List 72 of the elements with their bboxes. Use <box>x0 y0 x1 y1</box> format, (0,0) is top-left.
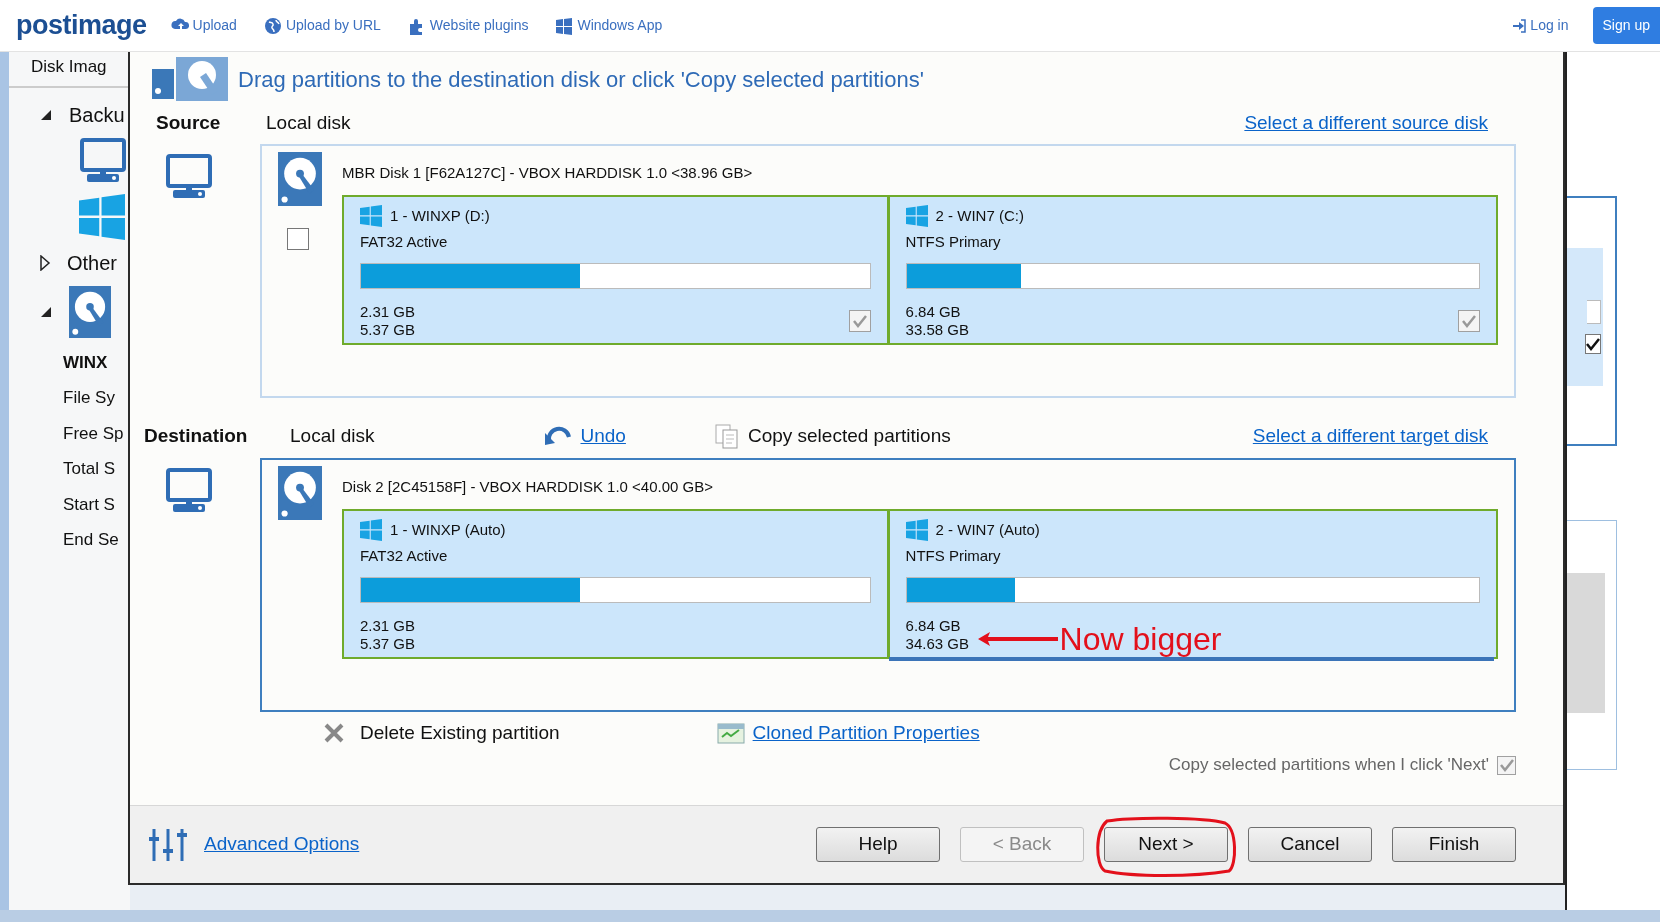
property-label: Free Sp <box>63 422 125 445</box>
properties-link[interactable]: Cloned Partition Properties <box>752 718 980 748</box>
used-size: 2.31 GB <box>360 302 416 321</box>
globe-icon <box>263 16 282 35</box>
dialog-button[interactable]: Finish <box>1392 827 1516 862</box>
dialog-button[interactable]: Cancel <box>1248 827 1372 862</box>
windows-logo-icon <box>360 518 382 541</box>
partition-panel[interactable]: 1 - WINXP (Auto) FAT32 Active 2.31 GB 5.37 GB <box>344 510 887 657</box>
checkbox[interactable] <box>1585 334 1601 354</box>
total-size: 34.63 GB <box>905 634 969 653</box>
tree-item[interactable]: Backu <box>69 99 125 130</box>
disk-title: MBR Disk 1 [F62A127C] - VBOX HARDDISK 1.0 <38.96 GB> <box>342 163 754 183</box>
partition-name: 2 - WIN7 (C:) <box>935 206 1024 225</box>
login-link[interactable]: Log in <box>1512 15 1569 36</box>
disk-title: Disk 2 [2C45158F] - VBOX HARDDISK 1.0 <40.00 GB> <box>342 477 714 497</box>
nav-link[interactable]: Website plugins <box>407 15 529 36</box>
total-size: 33.58 GB <box>905 320 969 339</box>
site-logo[interactable]: postimage <box>16 5 147 46</box>
windows-logo-icon <box>905 204 928 227</box>
tree-item[interactable]: Other <box>67 247 118 278</box>
partition-name: 2 - WIN7 (Auto) <box>935 520 1040 539</box>
section-label: Destination <box>144 423 249 448</box>
login-icon <box>1512 18 1527 33</box>
option-label: Copy selected partitions when I click 'Next' <box>1168 754 1489 777</box>
checkbox[interactable] <box>287 228 309 250</box>
property-label: End Se <box>63 529 120 551</box>
computer-icon <box>79 137 127 184</box>
partition-name: 1 - WINXP (D:) <box>390 206 490 225</box>
signup-button[interactable]: Sign up <box>1592 7 1660 44</box>
partition-name: 1 - WINXP (Auto) <box>390 520 506 539</box>
undo-icon <box>544 425 573 447</box>
disk-type: Local disk <box>290 423 375 448</box>
used-size: 6.84 GB <box>905 616 962 635</box>
partition-type: NTFS Primary <box>905 232 1002 251</box>
property-label: Start S <box>63 493 116 516</box>
annotation-text: Now bigger <box>1059 622 1222 655</box>
delete-partition-button[interactable]: Delete Existing partition <box>324 718 560 748</box>
windows-logo-icon <box>905 518 928 541</box>
disk-select-link[interactable]: Select a different source disk <box>1244 108 1488 138</box>
windows-logo-icon <box>360 204 382 227</box>
property-label: File Sy <box>63 387 116 409</box>
properties-icon <box>716 721 745 745</box>
input-field[interactable] <box>1587 300 1601 324</box>
expand-arrow-icon[interactable] <box>39 254 51 271</box>
dialog-button[interactable]: Help <box>816 827 940 862</box>
nav-link[interactable]: Windows App <box>555 15 663 36</box>
disks-icon <box>150 57 230 101</box>
item-heading: WINX <box>63 351 109 374</box>
section-label: Source <box>156 110 222 135</box>
instruction-text: Drag partitions to the destination disk or click 'Copy selected partitions' <box>238 65 924 94</box>
property-label: Total S <box>63 458 116 480</box>
total-size: 5.37 GB <box>360 634 416 653</box>
total-size: 5.37 GB <box>360 320 416 339</box>
windows-logo-icon <box>79 193 125 240</box>
disk-type: Local disk <box>266 110 351 135</box>
disk-select-link[interactable]: Select a different target disk <box>1252 421 1488 451</box>
used-size: 6.84 GB <box>905 302 962 321</box>
nav-link[interactable]: Upload by URL <box>263 15 381 36</box>
computer-icon <box>165 154 213 200</box>
nav-link[interactable]: Upload <box>170 15 237 36</box>
dialog-button[interactable]: Next > <box>1104 827 1228 862</box>
close-icon <box>324 723 344 743</box>
partition-type: FAT32 Active <box>360 232 449 251</box>
undo-link[interactable]: Undo <box>544 421 626 451</box>
copy-icon <box>713 423 740 449</box>
windows-logo-icon <box>555 16 574 35</box>
partition-type: NTFS Primary <box>905 546 1002 565</box>
advanced-options-link[interactable]: Advanced Options <box>204 830 360 859</box>
copy-partitions-button[interactable]: Copy selected partitions <box>713 421 951 451</box>
used-size: 2.31 GB <box>360 616 416 635</box>
computer-icon <box>165 468 213 514</box>
partition-type: FAT32 Active <box>360 546 449 565</box>
